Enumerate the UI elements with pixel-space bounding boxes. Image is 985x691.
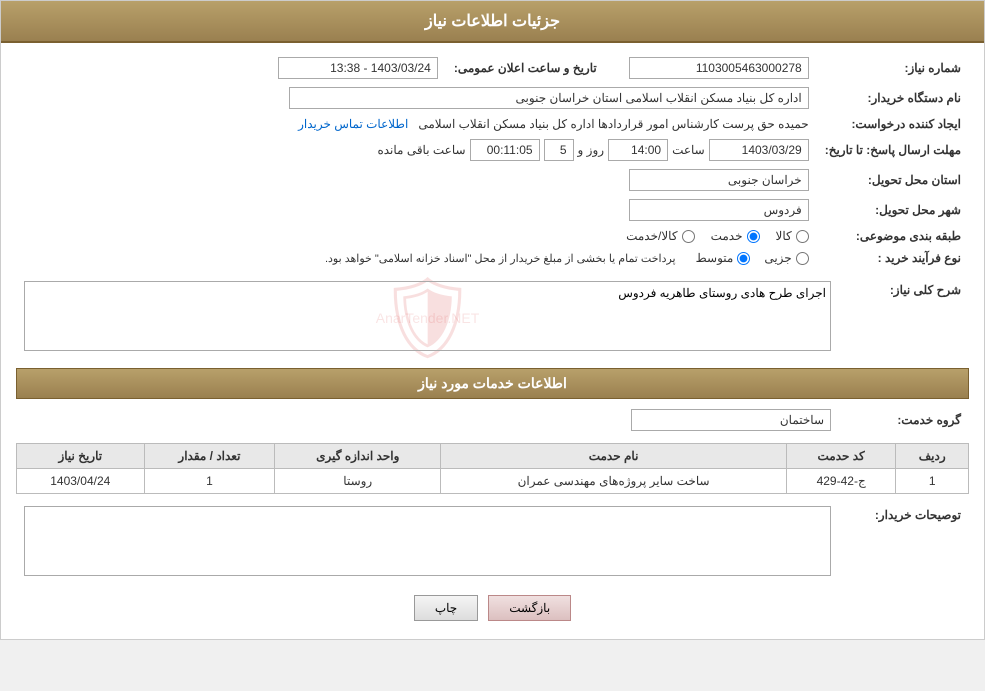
print-button[interactable]: چاپ	[414, 595, 478, 621]
province-value: خراسان جنوبی	[629, 169, 809, 191]
radio-partial[interactable]: جزیی	[764, 251, 808, 265]
service-group-label: گروه خدمت:	[839, 405, 969, 435]
category-label: طبقه بندی موضوعی:	[817, 225, 969, 247]
services-section-title: اطلاعات خدمات مورد نیاز	[16, 368, 969, 399]
radio-service[interactable]: خدمت	[711, 229, 760, 243]
col-unit: واحد اندازه گیری	[275, 444, 441, 469]
announcement-label: تاریخ و ساعت اعلان عمومی:	[446, 53, 617, 83]
deadline-time: 14:00	[608, 139, 668, 161]
general-description-label: شرح کلی نیاز:	[839, 277, 969, 358]
deadline-days: 5	[544, 139, 574, 161]
col-row-num: ردیف	[896, 444, 969, 469]
service-group-value: ساختمان	[631, 409, 831, 431]
creator-label: ایجاد کننده درخواست:	[817, 113, 969, 135]
purchase-note: پرداخت تمام یا بخشی از مبلغ خریدار از مح…	[325, 252, 676, 265]
province-label: استان محل تحویل:	[817, 165, 969, 195]
col-service-name: نام حدمت	[441, 444, 787, 469]
deadline-time-label: ساعت	[672, 143, 705, 157]
contact-link[interactable]: اطلاعات تماس خریدار	[298, 117, 408, 131]
back-button[interactable]: بازگشت	[488, 595, 571, 621]
city-label: شهر محل تحویل:	[817, 195, 969, 225]
col-date: تاریخ نیاز	[17, 444, 145, 469]
page-title: جزئیات اطلاعات نیاز	[1, 1, 984, 43]
radio-goods-service[interactable]: کالا/خدمت	[626, 229, 694, 243]
deadline-days-label: روز و	[578, 143, 605, 157]
button-row: بازگشت چاپ	[16, 595, 969, 621]
remaining-label: ساعت باقی مانده	[377, 143, 465, 157]
deadline-label: مهلت ارسال پاسخ: تا تاریخ:	[817, 135, 969, 165]
creator-value: حمیده حق پرست کارشناس امور قراردادها ادا…	[418, 117, 808, 131]
radio-goods[interactable]: کالا	[776, 229, 809, 243]
table-row: 1ج-42-429ساخت سایر پروژه‌های مهندسی عمرا…	[17, 469, 969, 494]
general-description-textarea[interactable]	[24, 281, 831, 351]
buyer-name-value: اداره کل بنیاد مسکن انقلاب اسلامی استان …	[289, 87, 809, 109]
deadline-date: 1403/03/29	[709, 139, 809, 161]
buyer-notes-textarea[interactable]	[24, 506, 831, 576]
radio-medium[interactable]: متوسط	[696, 251, 751, 265]
city-value: فردوس	[629, 199, 809, 221]
col-quantity: تعداد / مقدار	[144, 444, 275, 469]
buyer-name-label: نام دستگاه خریدار:	[817, 83, 969, 113]
need-number-value: 1103005463000278	[629, 57, 809, 79]
services-table: ردیف کد حدمت نام حدمت واحد اندازه گیری ت…	[16, 443, 969, 494]
col-service-code: کد حدمت	[786, 444, 895, 469]
buyer-notes-label: توصیحات خریدار:	[839, 502, 969, 583]
purchase-type-label: نوع فرآیند خرید :	[817, 247, 969, 269]
remaining-time: 00:11:05	[470, 139, 540, 161]
need-number-label: شماره نیاز:	[817, 53, 969, 83]
announcement-value: 1403/03/24 - 13:38	[278, 57, 438, 79]
